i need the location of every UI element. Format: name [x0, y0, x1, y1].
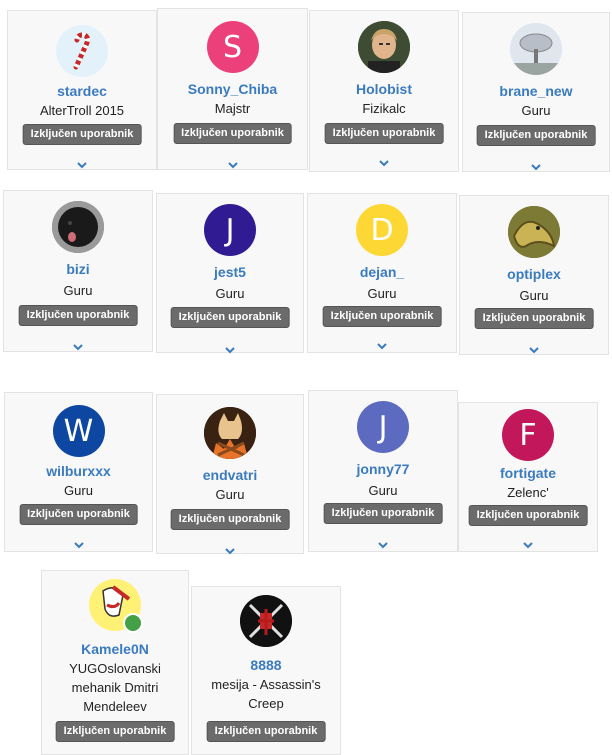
username-link[interactable]: brane_new: [463, 83, 609, 99]
snake-avatar[interactable]: [508, 206, 560, 258]
user-rank: AlterTroll 2015: [39, 103, 125, 118]
chevron-down-icon[interactable]: [76, 161, 88, 169]
username-link[interactable]: stardec: [8, 83, 156, 99]
user-card[interactable]: F fortigate Zelenc' Izključen uporabnik: [458, 402, 598, 552]
user-rank: Guru: [368, 483, 398, 498]
user-rank: Guru: [367, 286, 397, 301]
excluded-user-button[interactable]: Izključen uporabnik: [468, 505, 588, 526]
excluded-user-button[interactable]: Izključen uporabnik: [476, 125, 596, 146]
user-rank: Guru: [521, 103, 551, 118]
excluded-user-button[interactable]: Izključen uporabnik: [474, 308, 594, 329]
user-card[interactable]: bizi Guru Izključen uporabnik: [3, 190, 153, 352]
user-card[interactable]: brane_new Guru Izključen uporabnik: [462, 12, 610, 172]
user-card[interactable]: J jest5 Guru Izključen uporabnik: [156, 193, 304, 354]
radio-dish-avatar[interactable]: [510, 23, 562, 75]
letter-avatar[interactable]: J: [357, 401, 409, 453]
user-card[interactable]: endvatri Guru Izključen uporabnik: [156, 394, 304, 555]
cartoon-avatar[interactable]: [89, 579, 143, 633]
excluded-user-button[interactable]: Izključen uporabnik: [18, 305, 138, 326]
person-photo-avatar[interactable]: [358, 21, 410, 73]
candy-cane-avatar[interactable]: [56, 25, 108, 77]
user-card[interactable]: 8888 mesija - Assassin's Creep Izključen…: [191, 586, 341, 755]
chevron-down-icon[interactable]: [227, 161, 239, 169]
chevron-down-icon[interactable]: [224, 547, 236, 555]
excluded-user-button[interactable]: Izključen uporabnik: [206, 721, 326, 742]
chevron-down-icon[interactable]: [224, 346, 236, 354]
user-card[interactable]: W wilburxxx Guru Izključen uporabnik: [4, 392, 153, 552]
user-rank: Guru: [64, 483, 93, 498]
username-link[interactable]: Holobist: [310, 81, 458, 97]
username-link[interactable]: jest5: [157, 264, 303, 280]
username-link[interactable]: jonny77: [309, 461, 457, 477]
letter-avatar[interactable]: J: [204, 204, 256, 256]
user-rank: Guru: [63, 283, 93, 298]
chevron-down-icon[interactable]: [378, 159, 390, 167]
user-card[interactable]: Kamele0N YUGOslovanski mehanik Dmitri Me…: [41, 570, 189, 755]
username-link[interactable]: wilburxxx: [5, 463, 152, 479]
excluded-user-button[interactable]: Izključen uporabnik: [170, 509, 290, 530]
chevron-down-icon[interactable]: [522, 541, 534, 549]
username-link[interactable]: optiplex: [460, 266, 608, 282]
letter-avatar[interactable]: F: [502, 409, 554, 461]
username-link[interactable]: Kamele0N: [42, 641, 188, 657]
user-rank: Guru: [519, 288, 549, 303]
user-card[interactable]: stardec AlterTroll 2015 Izključen uporab…: [7, 10, 157, 170]
user-card[interactable]: J jonny77 Guru Izključen uporabnik: [308, 390, 458, 552]
username-link[interactable]: bizi: [4, 261, 152, 277]
chevron-down-icon[interactable]: [377, 541, 389, 549]
online-badge-icon: [123, 613, 143, 633]
excluded-user-button[interactable]: Izključen uporabnik: [323, 503, 443, 524]
letter-avatar[interactable]: S: [206, 21, 259, 73]
excluded-user-button[interactable]: Izključen uporabnik: [55, 721, 175, 742]
excluded-user-button[interactable]: Izključen uporabnik: [170, 307, 290, 328]
excluded-user-button[interactable]: Izključen uporabnik: [19, 504, 138, 525]
chevron-down-icon[interactable]: [528, 346, 540, 354]
assassin-emblem-avatar[interactable]: [240, 595, 292, 647]
cat-fire-avatar[interactable]: [204, 407, 256, 459]
letter-avatar[interactable]: D: [356, 204, 408, 256]
user-card[interactable]: optiplex Guru Izključen uporabnik: [459, 195, 609, 355]
username-link[interactable]: dejan_: [308, 264, 456, 280]
user-rank: YUGOslovanski mehanik Dmitri Mendeleev: [69, 661, 161, 714]
chevron-down-icon[interactable]: [530, 163, 542, 171]
black-dog-avatar[interactable]: [52, 201, 104, 253]
excluded-user-button[interactable]: Izključen uporabnik: [173, 123, 292, 144]
user-rank: Guru: [215, 487, 245, 502]
chevron-down-icon[interactable]: [376, 342, 388, 350]
username-link[interactable]: fortigate: [459, 465, 597, 481]
excluded-user-button[interactable]: Izključen uporabnik: [22, 124, 142, 145]
user-rank: Guru: [215, 286, 245, 301]
user-rank: Majstr: [214, 101, 251, 116]
letter-avatar[interactable]: W: [52, 405, 105, 457]
user-rank: Zelenc': [507, 485, 549, 500]
chevron-down-icon[interactable]: [73, 541, 85, 549]
user-rank: Fizikalc: [362, 101, 406, 116]
username-link[interactable]: 8888: [192, 657, 340, 673]
user-card[interactable]: Holobist Fizikalc Izključen uporabnik: [309, 10, 459, 172]
chevron-down-icon[interactable]: [72, 343, 84, 351]
user-rank: mesija - Assassin's Creep: [211, 677, 321, 711]
username-link[interactable]: Sonny_Chiba: [158, 81, 307, 97]
excluded-user-button[interactable]: Izključen uporabnik: [324, 123, 444, 144]
user-card[interactable]: S Sonny_Chiba Majstr Izključen uporabnik: [157, 8, 308, 170]
username-link[interactable]: endvatri: [157, 467, 303, 483]
user-card[interactable]: D dejan_ Guru Izključen uporabnik: [307, 193, 457, 353]
excluded-user-button[interactable]: Izključen uporabnik: [322, 306, 442, 327]
